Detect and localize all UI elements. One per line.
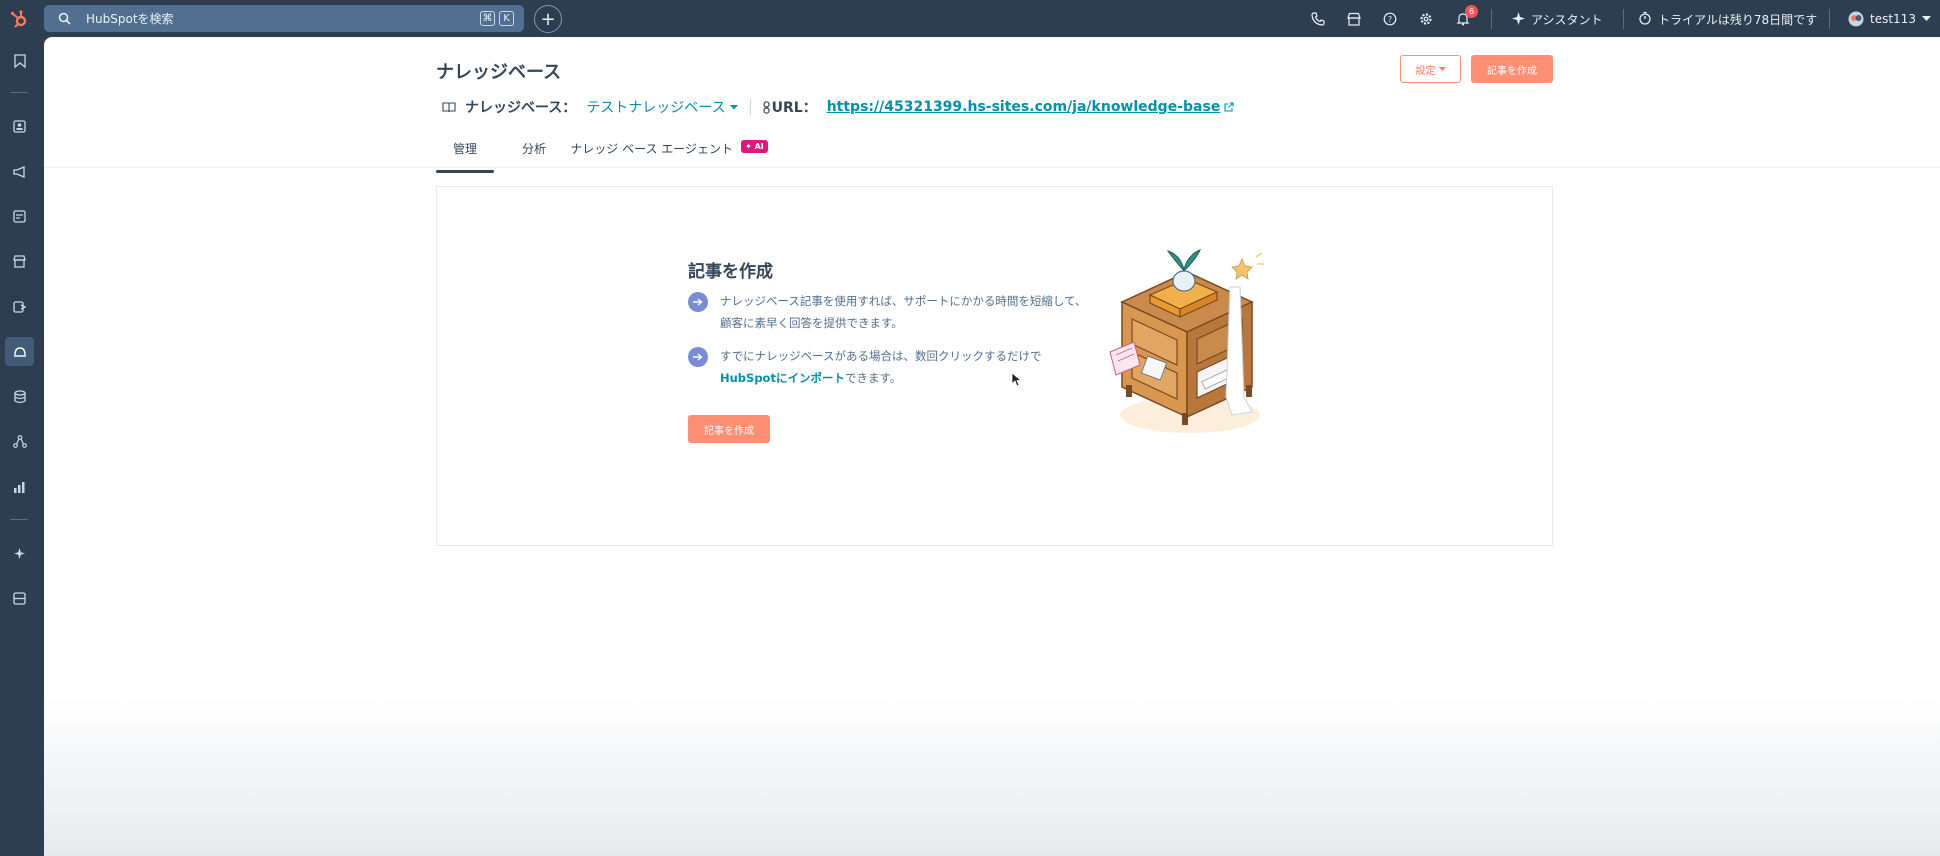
bullet-2-suffix: できます。 [844,371,902,385]
create-new-button[interactable]: + [534,5,562,33]
page-title: ナレッジベース [436,62,562,83]
timer-icon [1638,11,1652,28]
global-search-input[interactable]: HubSpotを検索 ⌘ K [44,5,524,32]
knowledge-base-url-link[interactable]: https://45321399.hs-sites.com/ja/knowled… [827,99,1221,115]
left-navigation-rail [0,37,40,856]
assistant-button[interactable]: アシスタント [1512,11,1603,28]
resources-icon[interactable] [5,584,34,613]
trial-status-button[interactable]: トライアルは残り78日間です [1638,11,1817,28]
empty-state-bullet-2: すでにナレッジベースがある場合は、数回クリックするだけで HubSpotにインポー… [688,345,1090,389]
sales-icon[interactable] [5,292,34,321]
import-to-hubspot-link[interactable]: HubSpotにインポート [720,371,845,385]
search-placeholder: HubSpotを検索 [86,12,174,26]
divider [749,99,751,115]
hubspot-logo-icon[interactable] [0,0,38,37]
search-icon [54,9,74,29]
automation-icon[interactable] [5,427,34,456]
topbar-divider [1829,9,1830,29]
marketplace-icon[interactable] [1344,9,1364,29]
empty-state-bullet-2-text: すでにナレッジベースがある場合は、数回クリックするだけで HubSpotにインポー… [720,345,1090,389]
link-icon [763,100,770,114]
chevron-down-icon [1438,66,1446,72]
user-account-menu[interactable]: test113 [1848,11,1931,27]
ai-badge: ✦ AI [741,140,768,153]
knowledge-base-dropdown[interactable]: テストナレッジベース [586,97,738,117]
ai-badge-label: AI [754,142,764,151]
breeze-ai-sparkle-icon[interactable] [5,539,34,568]
data-management-icon[interactable] [5,382,34,411]
avatar [1848,11,1864,27]
trial-label: トライアルは残り78日間です [1658,13,1818,27]
external-link-icon[interactable] [1224,102,1234,112]
sparkle-icon [1512,11,1525,28]
marketing-megaphone-icon[interactable] [5,157,34,186]
rail-divider [10,92,28,93]
book-icon [442,101,456,113]
reporting-chart-icon[interactable] [5,472,34,501]
assistant-label: アシスタント [1531,13,1603,27]
topbar-divider [1491,9,1492,29]
content-icon[interactable] [5,202,34,231]
bullet-2-prefix: すでにナレッジベースがある場合は、数回クリックするだけで [720,349,1042,363]
knowledge-base-name: テストナレッジベース [586,100,726,116]
settings-label: 設定 [1415,65,1436,77]
empty-state-bullet-1-text: ナレッジベース記事を使用すれば、サポートにかかる時間を短縮して、顧客に素早く回答… [720,294,1087,330]
url-label-group: URL： [763,97,817,117]
bottom-fade-overlay [44,696,1940,856]
rail-divider [10,519,28,520]
create-article-cta-button[interactable]: 記事を作成 [688,415,770,443]
knowledge-base-label: ナレッジベース： [465,100,577,116]
arrow-right-circle-icon [688,347,708,367]
user-name: test113 [1870,12,1916,26]
filing-cabinet-illustration [1102,247,1282,451]
chevron-down-icon [1921,16,1931,22]
knowledge-base-selector-row: ナレッジベース： テストナレッジベース URL： https://4532139… [442,97,1234,117]
main-content-area: ナレッジベース 設定 記事を作成 ナレッジベース： テストナレッジベース URL… [44,37,1940,856]
svg-text:?: ? [1388,15,1392,24]
phone-icon[interactable] [1308,9,1328,29]
create-article-button[interactable]: 記事を作成 [1471,55,1553,83]
settings-dropdown-button[interactable]: 設定 [1400,55,1461,83]
chevron-down-icon [729,104,738,110]
bookmarks-icon[interactable] [5,46,34,75]
service-help-desk-icon[interactable] [5,337,34,366]
settings-gear-icon[interactable] [1416,9,1436,29]
shortcut-key-cmd: ⌘ [480,11,495,26]
empty-state-bullet-1: ナレッジベース記事を使用すれば、サポートにかかる時間を短縮して、顧客に素早く回答… [688,290,1090,334]
commerce-icon[interactable] [5,247,34,276]
top-navigation-bar: HubSpotを検索 ⌘ K + ? 6 アシスタント トライアルは残り78日間… [0,0,1940,37]
shortcut-key-k: K [499,11,514,26]
topbar-divider [1623,9,1624,29]
notifications-bell-icon[interactable]: 6 [1453,5,1478,29]
help-icon[interactable]: ? [1380,9,1400,29]
arrow-right-circle-icon [688,292,708,312]
empty-state-title: 記事を作成 [688,262,773,282]
url-label: URL： [771,100,817,116]
tab-bar-divider [44,167,1940,168]
contacts-icon[interactable] [5,112,34,141]
notification-count-badge: 6 [1465,5,1478,18]
tab-agent-label: ナレッジ ベース エージェント [570,142,734,156]
empty-state-card: 記事を作成 ナレッジベース記事を使用すれば、サポートにかかる時間を短縮して、顧客… [436,186,1553,546]
mouse-cursor-icon [1011,372,1023,391]
